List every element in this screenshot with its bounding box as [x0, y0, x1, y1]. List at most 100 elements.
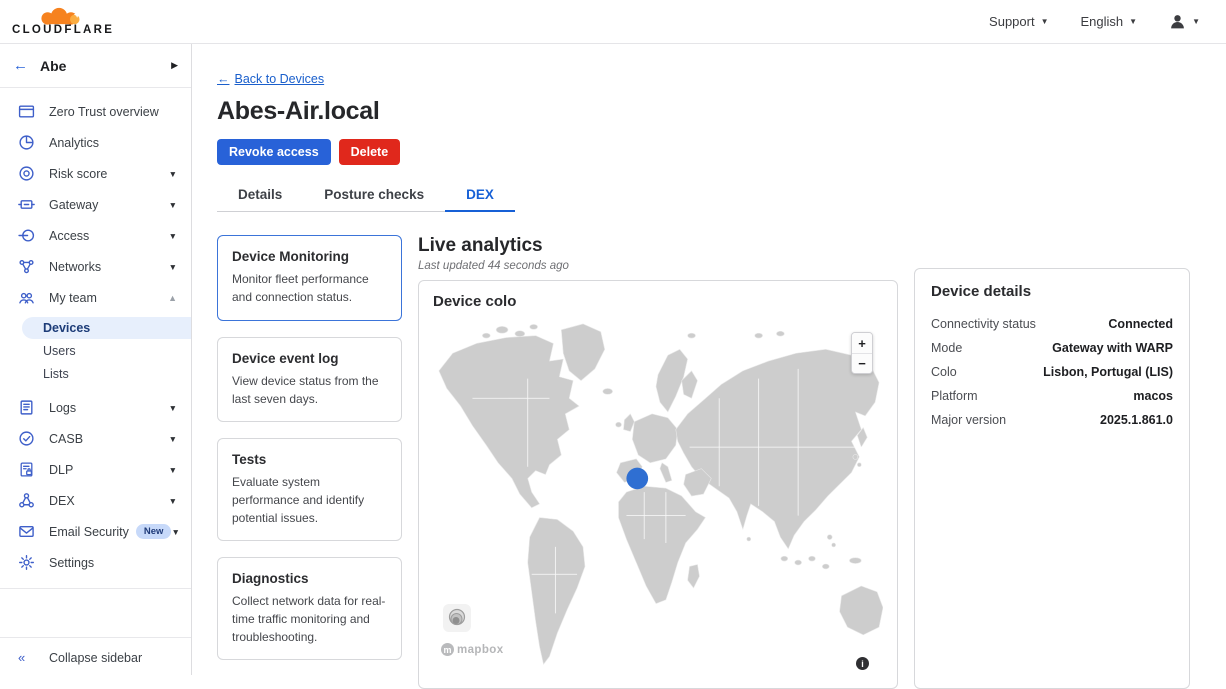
logs-icon: [18, 399, 35, 416]
sidebar-item-networks[interactable]: Networks ▼: [0, 251, 191, 282]
cloudflare-cloud-icon: [34, 6, 86, 26]
revoke-access-button[interactable]: Revoke access: [217, 139, 331, 165]
detail-row-platform: Platform macos: [931, 384, 1173, 408]
sidebar-item-label: DLP: [49, 463, 73, 477]
world-map-container[interactable]: + − m mapbox i: [433, 320, 883, 676]
sidebar-item-gateway[interactable]: Gateway ▼: [0, 189, 191, 220]
user-icon: [1169, 13, 1186, 30]
live-analytics-heading: Live analytics: [418, 235, 898, 257]
panel-desc: Monitor fleet performance and connection…: [232, 270, 387, 306]
tab-details[interactable]: Details: [217, 180, 303, 211]
sidebar-item-devices[interactable]: Devices: [22, 317, 191, 339]
sidebar-item-label: Logs: [49, 401, 76, 415]
sidebar: ← Abe ▶ Zero Trust overview Analytics Ri…: [0, 44, 192, 675]
sidebar-item-my-team[interactable]: My team ▲: [0, 282, 191, 313]
settings-icon: [18, 554, 35, 571]
tab-dex[interactable]: DEX: [445, 180, 515, 212]
support-menu[interactable]: Support ▼: [989, 14, 1048, 29]
sidebar-item-label: Zero Trust overview: [49, 105, 159, 119]
sidebar-item-analytics[interactable]: Analytics: [0, 127, 191, 158]
language-label: English: [1081, 14, 1124, 29]
main-content: ← Back to Devices Abes-Air.local Revoke …: [192, 44, 1226, 689]
brand-text: CLOUDFLARE: [12, 25, 114, 37]
account-menu[interactable]: ▼: [1169, 13, 1200, 30]
sidebar-item-zero-trust-overview[interactable]: Zero Trust overview: [0, 96, 191, 127]
gateway-icon: [18, 196, 35, 213]
sidebar-item-logs[interactable]: Logs ▼: [0, 392, 191, 423]
detail-label: Platform: [931, 389, 978, 403]
sidebar-item-label: DEX: [49, 494, 75, 508]
detail-value: 2025.1.861.0: [1100, 413, 1173, 427]
sidebar-item-risk-score[interactable]: Risk score ▼: [0, 158, 191, 189]
mapbox-attribution[interactable]: m mapbox: [441, 643, 504, 656]
delete-button[interactable]: Delete: [339, 139, 401, 165]
dex-icon: [18, 492, 35, 509]
device-details-section: Device details Connectivity status Conne…: [914, 235, 1190, 689]
detail-label: Colo: [931, 365, 957, 379]
live-analytics-section: Live analytics Last updated 44 seconds a…: [418, 235, 898, 689]
detail-row-connectivity-status: Connectivity status Connected: [931, 312, 1173, 336]
account-header: ← Abe ▶: [0, 44, 191, 88]
sidebar-item-label: CASB: [49, 432, 83, 446]
account-name: Abe: [40, 58, 171, 74]
device-details-title: Device details: [931, 283, 1173, 300]
last-updated-text: Last updated 44 seconds ago: [418, 260, 898, 272]
sidebar-item-label: Access: [49, 229, 89, 243]
panel-title: Diagnostics: [232, 571, 387, 586]
sidebar-nav: Zero Trust overview Analytics Risk score…: [0, 88, 191, 589]
chevron-down-icon: ▼: [169, 200, 177, 210]
support-label: Support: [989, 14, 1035, 29]
panel-tests[interactable]: Tests Evaluate system performance and id…: [217, 438, 402, 541]
sidebar-item-label: Settings: [49, 556, 94, 570]
my-team-icon: [18, 289, 35, 306]
chevron-down-icon: ▼: [169, 262, 177, 272]
zoom-out-button[interactable]: −: [852, 353, 872, 373]
mapbox-wordmark: mapbox: [457, 644, 504, 656]
overview-icon: [18, 103, 35, 120]
collapse-icon: «: [18, 650, 49, 665]
detail-row-mode: Mode Gateway with WARP: [931, 336, 1173, 360]
map-marker-cluster-control[interactable]: [443, 604, 471, 632]
panel-device-monitoring[interactable]: Device Monitoring Monitor fleet performa…: [217, 235, 402, 321]
chevron-down-icon: ▼: [171, 527, 179, 537]
tab-posture-checks[interactable]: Posture checks: [303, 180, 445, 211]
email-security-icon: [18, 523, 35, 540]
back-arrow-icon: ←: [217, 72, 230, 86]
panel-title: Device event log: [232, 351, 387, 366]
collapse-sidebar-button[interactable]: « Collapse sidebar: [0, 637, 191, 675]
sidebar-item-label: My team: [49, 291, 97, 305]
panel-device-event-log[interactable]: Device event log View device status from…: [217, 337, 402, 422]
panel-title: Device Monitoring: [232, 249, 387, 264]
sidebar-item-label: Networks: [49, 260, 101, 274]
sidebar-item-users[interactable]: Users: [0, 340, 191, 362]
detail-row-major-version: Major version 2025.1.861.0: [931, 408, 1173, 432]
chevron-down-icon: ▼: [169, 403, 177, 413]
language-menu[interactable]: English ▼: [1081, 14, 1138, 29]
detail-label: Mode: [931, 341, 962, 355]
cloudflare-logo[interactable]: CLOUDFLARE: [12, 6, 114, 37]
back-arrow-icon[interactable]: ←: [13, 57, 40, 74]
sidebar-item-dlp[interactable]: DLP ▼: [0, 454, 191, 485]
zoom-in-button[interactable]: +: [852, 333, 872, 353]
chevron-down-icon: ▼: [169, 434, 177, 444]
panel-desc: Evaluate system performance and identify…: [232, 473, 387, 527]
device-colo-card: Device colo: [418, 280, 898, 689]
sidebar-item-lists[interactable]: Lists: [0, 363, 191, 385]
sidebar-item-casb[interactable]: CASB ▼: [0, 423, 191, 454]
sidebar-item-settings[interactable]: Settings: [0, 547, 191, 578]
world-map: [433, 320, 883, 676]
sidebar-item-dex[interactable]: DEX ▼: [0, 485, 191, 516]
analytics-icon: [18, 134, 35, 151]
device-colo-title: Device colo: [433, 293, 883, 310]
my-team-subnav: Devices Users Lists: [0, 313, 191, 392]
detail-value: macos: [1133, 389, 1173, 403]
back-to-devices-link[interactable]: ← Back to Devices: [217, 72, 324, 86]
expand-account-icon[interactable]: ▶: [171, 60, 178, 71]
device-location-marker[interactable]: [626, 468, 648, 490]
sidebar-item-email-security[interactable]: Email Security New ▼: [0, 516, 191, 547]
detail-value: Gateway with WARP: [1052, 341, 1173, 355]
sidebar-item-label: Analytics: [49, 136, 99, 150]
sub-item-label: Lists: [43, 367, 69, 381]
panel-diagnostics[interactable]: Diagnostics Collect network data for rea…: [217, 557, 402, 660]
sidebar-item-access[interactable]: Access ▼: [0, 220, 191, 251]
